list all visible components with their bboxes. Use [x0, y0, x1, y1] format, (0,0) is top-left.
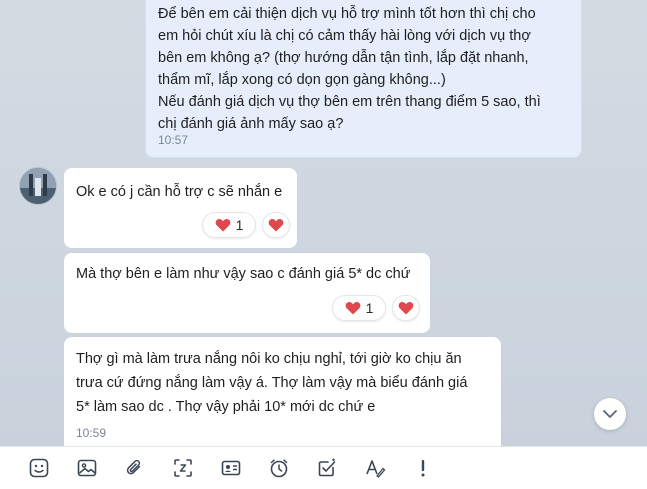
urgent-icon: [421, 460, 425, 477]
avatar[interactable]: [19, 167, 57, 205]
attachment-icon: [126, 459, 141, 475]
heart-icon: [268, 218, 284, 232]
reaction-count: 1: [235, 217, 244, 233]
message-text: Mà thợ bên e làm như vậy sao c đánh giá …: [76, 266, 411, 282]
reaction-summary[interactable]: 1: [202, 212, 256, 238]
sticker-icon: [29, 458, 49, 478]
urgent-message-button[interactable]: [410, 455, 436, 481]
react-button[interactable]: [392, 295, 420, 321]
incoming-message: Mà thợ bên e làm như vậy sao c đánh giá …: [64, 253, 430, 333]
message-text: Thợ gì mà làm trưa nắng nôi ko chịu nghỉ…: [76, 351, 468, 415]
heart-icon: [345, 301, 360, 315]
reminder-button[interactable]: [266, 455, 292, 481]
screenshot-icon: [174, 459, 192, 477]
message-time: 10:57: [158, 133, 189, 147]
incoming-message: Thợ gì mà làm trưa nắng nôi ko chịu nghỉ…: [64, 337, 501, 446]
message-text: Ok e có j cần hỗ trợ c sẽ nhắn e: [76, 184, 283, 200]
text-format-icon: [366, 460, 386, 478]
task-check-icon: [318, 458, 336, 477]
heart-icon: [398, 301, 414, 315]
message-text: Để bên em cải thiện dịch vụ hỗ trợ mình …: [158, 6, 541, 132]
reminder-clock-icon: [270, 459, 288, 478]
assign-task-button[interactable]: [314, 455, 340, 481]
composer-toolbar: [0, 446, 647, 489]
incoming-message: Ok e có j cần hỗ trợ c sẽ nhắn e 1: [64, 168, 297, 248]
scroll-to-bottom-button[interactable]: [594, 398, 626, 430]
reaction-summary[interactable]: 1: [332, 295, 386, 321]
message-time: 10:59: [76, 426, 107, 440]
react-button[interactable]: [262, 212, 290, 238]
send-contact-card-button[interactable]: [218, 455, 244, 481]
attach-file-button[interactable]: [122, 455, 148, 481]
sticker-button[interactable]: [26, 455, 52, 481]
reaction-count: 1: [365, 300, 374, 316]
contact-card-icon: [221, 460, 241, 476]
screenshot-button[interactable]: [170, 455, 196, 481]
heart-icon: [215, 218, 230, 232]
image-icon: [77, 459, 97, 477]
outgoing-message: Để bên em cải thiện dịch vụ hỗ trợ mình …: [145, 0, 582, 158]
send-image-button[interactable]: [74, 455, 100, 481]
text-format-button[interactable]: [362, 455, 388, 481]
chat-area: Để bên em cải thiện dịch vụ hỗ trợ mình …: [0, 0, 647, 446]
chevron-down-icon: [603, 410, 617, 418]
